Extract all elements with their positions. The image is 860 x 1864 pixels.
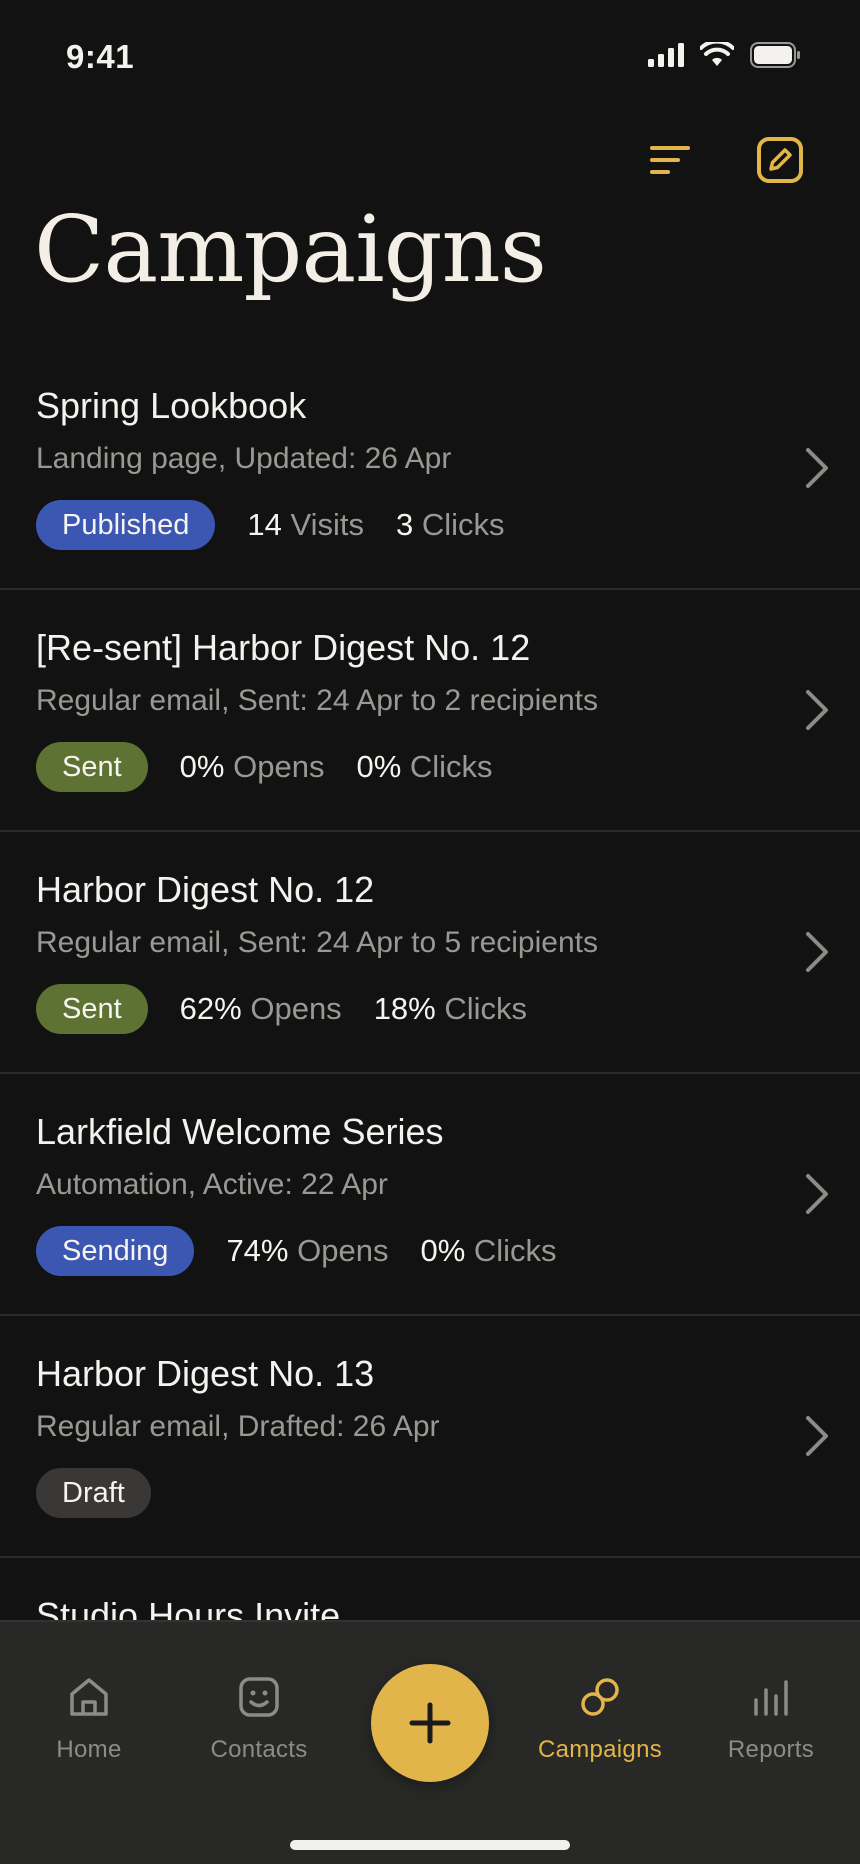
campaign-meta: Sent 62% Opens 18% Clicks xyxy=(36,984,824,1034)
stat-visits: 14 Visits xyxy=(247,507,364,542)
header-actions xyxy=(638,128,812,192)
reports-icon xyxy=(754,1680,788,1716)
campaign-row[interactable]: Harbor Digest No. 13 Regular email, Draf… xyxy=(0,1316,860,1558)
status-bar: 9:41 xyxy=(0,0,860,110)
new-campaign-button[interactable] xyxy=(371,1664,489,1782)
tab-home[interactable]: Home xyxy=(14,1674,164,1764)
campaign-subtitle: Automation, Active: 22 Apr xyxy=(36,1168,388,1201)
campaign-title: Larkfield Welcome Series xyxy=(36,1111,444,1152)
home-indicator xyxy=(290,1840,570,1850)
campaign-row[interactable]: Studio Hours Invite xyxy=(0,1558,860,1620)
stat-clicks: 0% Clicks xyxy=(356,749,493,784)
campaign-title: Spring Lookbook xyxy=(36,385,307,426)
campaign-title: [Re-sent] Harbor Digest No. 12 xyxy=(36,627,531,668)
campaign-subtitle: Regular email, Sent: 24 Apr to 5 recipie… xyxy=(36,926,598,959)
chevron-right-icon xyxy=(806,1416,828,1456)
compose-button[interactable] xyxy=(748,128,812,192)
stat-clicks: 3 Clicks xyxy=(396,507,505,542)
campaign-row[interactable]: [Re-sent] Harbor Digest No. 12 Regular e… xyxy=(0,590,860,832)
campaign-subtitle: Landing page, Updated: 26 Apr xyxy=(36,442,452,475)
compose-icon xyxy=(757,137,803,183)
campaign-row[interactable]: Spring Lookbook Landing page, Updated: 2… xyxy=(0,348,860,590)
campaign-meta: Draft xyxy=(36,1468,824,1518)
wifi-icon xyxy=(700,42,734,66)
campaign-meta: Sent 0% Opens 0% Clicks xyxy=(36,742,824,792)
sort-lines-icon xyxy=(650,146,690,174)
chevron-right-icon xyxy=(806,932,828,972)
chevron-right-icon xyxy=(806,448,828,488)
campaign-subtitle: Regular email, Sent: 24 Apr to 2 recipie… xyxy=(36,684,598,717)
status-badge: Published xyxy=(36,500,216,550)
contacts-icon xyxy=(239,1677,279,1717)
stat-clicks: 18% Clicks xyxy=(373,991,528,1026)
status-badge: Sent xyxy=(36,984,148,1034)
tab-label: Campaigns xyxy=(537,1736,663,1763)
signal-icon xyxy=(648,43,684,67)
tab-reports[interactable]: Reports xyxy=(696,1674,846,1764)
campaigns-icon xyxy=(581,1678,619,1716)
chevron-right-icon xyxy=(806,1174,828,1214)
status-badge: Sent xyxy=(36,742,148,792)
sort-button[interactable] xyxy=(638,128,702,192)
chevron-right-icon xyxy=(806,690,828,730)
tab-label: Contacts xyxy=(210,1736,308,1763)
campaign-title: Harbor Digest No. 12 xyxy=(36,869,375,910)
campaign-row[interactable]: Larkfield Welcome Series Automation, Act… xyxy=(0,1074,860,1316)
battery-icon xyxy=(750,42,800,68)
tab-campaigns[interactable]: Campaigns xyxy=(525,1674,675,1764)
tab-label: Home xyxy=(56,1736,122,1763)
stat-opens: 74% Opens xyxy=(226,1233,389,1268)
status-icons xyxy=(648,42,802,68)
campaign-list: Spring Lookbook Landing page, Updated: 2… xyxy=(0,348,860,1620)
status-badge: Sending xyxy=(36,1226,195,1276)
campaign-subtitle: Regular email, Drafted: 26 Apr xyxy=(36,1410,440,1443)
tab-label: Reports xyxy=(727,1736,815,1763)
campaign-meta: Sending 74% Opens 0% Clicks xyxy=(36,1226,824,1276)
status-badge: Draft xyxy=(36,1468,151,1518)
campaign-row[interactable]: Harbor Digest No. 12 Regular email, Sent… xyxy=(0,832,860,1074)
tab-bar: Home Contacts Campaigns Reports xyxy=(0,1620,860,1864)
stat-opens: 0% Opens xyxy=(179,749,325,784)
campaign-meta: Published 14 Visits 3 Clicks xyxy=(36,500,824,550)
campaigns-screen: 9:41 Campaigns Spring Lookbook Landing p… xyxy=(0,0,860,1864)
stat-opens: 62% Opens xyxy=(179,991,342,1026)
page-title: Campaigns xyxy=(34,196,547,303)
stat-clicks: 0% Clicks xyxy=(420,1233,557,1268)
home-icon xyxy=(70,1678,108,1716)
campaign-title: Harbor Digest No. 13 xyxy=(36,1353,375,1394)
campaign-title: Studio Hours Invite xyxy=(36,1595,341,1620)
tab-contacts[interactable]: Contacts xyxy=(184,1674,334,1764)
status-time: 9:41 xyxy=(66,38,135,75)
plus-icon xyxy=(409,1702,451,1744)
